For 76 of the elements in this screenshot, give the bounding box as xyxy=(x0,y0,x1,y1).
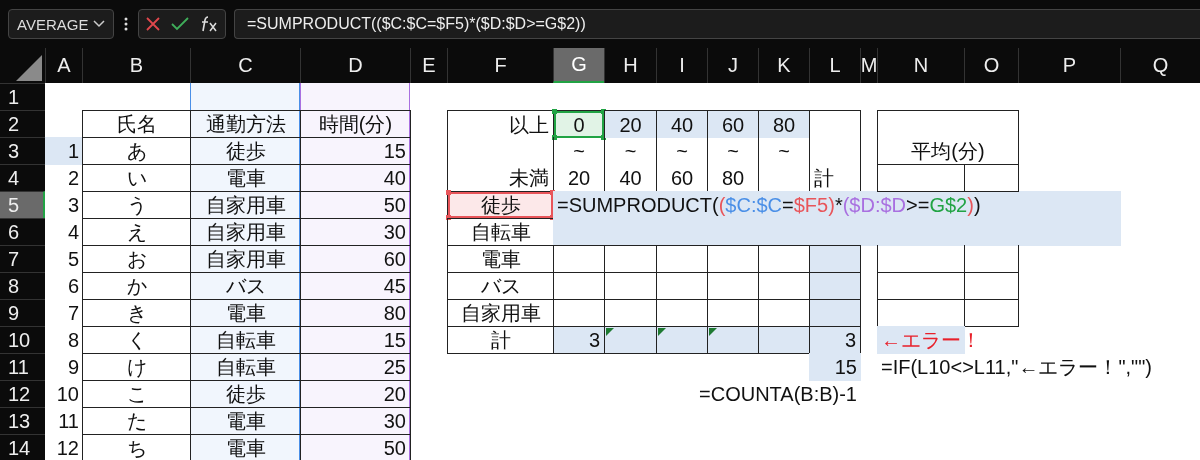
check-icon[interactable] xyxy=(171,17,189,31)
column-header[interactable]: I xyxy=(656,48,707,83)
empty-cell xyxy=(964,164,1019,192)
row-header[interactable]: 14 xyxy=(0,434,45,460)
column-header[interactable]: D xyxy=(300,48,410,83)
row-header[interactable]: 13 xyxy=(0,407,45,434)
table-cell-text: 6 xyxy=(66,274,80,299)
table-cell-text: 4 xyxy=(66,220,80,245)
table-cell-text: 12 xyxy=(55,436,80,460)
row-header[interactable]: 6 xyxy=(0,218,45,245)
table-cell: 60 xyxy=(707,110,759,138)
table-cell: ~ xyxy=(553,137,605,165)
column-header[interactable]: A xyxy=(45,48,82,83)
table-cell-text: 7 xyxy=(66,301,80,326)
table-cell: 平均(分) xyxy=(877,137,1019,165)
table-cell: 時間(分) xyxy=(300,110,411,138)
row-header[interactable]: 11 xyxy=(0,353,45,380)
table-cell-text: 3 xyxy=(66,193,80,218)
column-header[interactable]: K xyxy=(758,48,809,83)
table-cell-text: 10 xyxy=(55,382,80,407)
row-header[interactable]: 1 xyxy=(0,83,45,110)
row-header[interactable]: 2 xyxy=(0,110,45,137)
column-header[interactable]: C xyxy=(190,48,300,83)
more-icon[interactable] xyxy=(124,17,128,31)
table-cell: 15 xyxy=(809,353,861,381)
empty-cell xyxy=(964,272,1019,300)
table-cell: 40 xyxy=(656,110,708,138)
table-cell-text: 9 xyxy=(66,355,80,380)
column-header[interactable]: O xyxy=(964,48,1018,83)
column-header[interactable]: J xyxy=(707,48,758,83)
formula-field[interactable]: =SUMPRODUCT(($C:$C=$F5)*($D:$D>=G$2)) xyxy=(234,9,1200,39)
table-cell: 0 xyxy=(553,110,605,138)
column-header[interactable]: M xyxy=(860,48,877,83)
name-box[interactable]: AVERAGE xyxy=(8,9,114,39)
table-cell-text: 8 xyxy=(66,328,80,353)
table-cell: 氏名 xyxy=(82,110,191,138)
table-cell-text: 2 xyxy=(66,166,80,191)
row-header[interactable]: 4 xyxy=(0,164,45,191)
table-cell: 80 xyxy=(758,110,810,138)
table-cell: 20 xyxy=(604,110,657,138)
row-header[interactable]: 3 xyxy=(0,137,45,164)
column-header[interactable]: F xyxy=(447,48,553,83)
table-cell: 徒歩 xyxy=(447,191,554,219)
cancel-icon[interactable] xyxy=(145,16,161,32)
error-message: ←エラー！ xyxy=(880,328,982,353)
select-all-icon[interactable] xyxy=(16,55,42,81)
column-header[interactable]: E xyxy=(410,48,447,83)
empty-cell xyxy=(964,299,1019,327)
table-cell: ~ xyxy=(656,137,708,165)
row-header[interactable]: 10 xyxy=(0,326,45,353)
row-header[interactable]: 8 xyxy=(0,272,45,299)
column-header[interactable]: H xyxy=(604,48,656,83)
column-header[interactable]: Q xyxy=(1120,48,1200,83)
column-header[interactable]: P xyxy=(1018,48,1120,83)
column-header[interactable]: G xyxy=(553,48,604,83)
table-cell: ~ xyxy=(604,137,657,165)
column-header[interactable]: N xyxy=(877,48,964,83)
caret-icon xyxy=(93,20,105,28)
table-cell-text: 11 xyxy=(57,409,80,434)
column-header[interactable]: B xyxy=(82,48,190,83)
table-cell: ~ xyxy=(707,137,759,165)
row-header[interactable]: 5 xyxy=(0,191,45,218)
row-header[interactable]: 12 xyxy=(0,380,45,407)
row-header[interactable]: 7 xyxy=(0,245,45,272)
table-cell: 1 xyxy=(45,137,83,165)
table-cell: 3 xyxy=(809,326,861,354)
table-cell: 3 xyxy=(553,326,605,354)
row-header[interactable]: 9 xyxy=(0,299,45,326)
table-cell-text: 5 xyxy=(66,247,80,272)
formula-text: =COUNTA(B:B)-1 xyxy=(698,382,858,407)
column-header[interactable]: L xyxy=(809,48,860,83)
formula-text[interactable]: =SUMPRODUCT(($C:$C=$F5)*($D:$D>=G$2)) xyxy=(553,191,1121,219)
formula-text: =IF(L10<>L11,"←エラー！","") xyxy=(880,355,1153,380)
empty-cell xyxy=(964,245,1019,273)
table-cell: ~ xyxy=(758,137,810,165)
function-icon[interactable] xyxy=(199,15,219,33)
